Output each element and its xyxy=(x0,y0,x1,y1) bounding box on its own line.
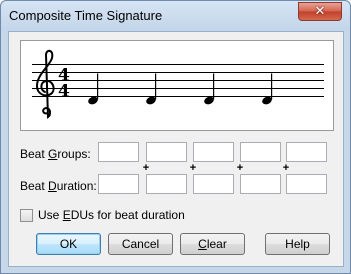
beat-duration-label: Beat Duration: xyxy=(20,179,97,193)
beat-groups-field-4[interactable] xyxy=(240,142,281,162)
beat-duration-field-5[interactable] xyxy=(286,174,327,194)
plus-sign-4: + xyxy=(282,162,290,174)
beat-groups-field-5[interactable] xyxy=(286,142,327,162)
quarter-note xyxy=(262,73,273,105)
notes-group xyxy=(88,73,273,105)
treble-clef-icon xyxy=(35,49,55,119)
time-sig-denominator: 4 xyxy=(58,82,70,102)
beat-duration-field-1[interactable] xyxy=(98,174,139,194)
staff-lines xyxy=(32,64,324,97)
plus-sign-1: + xyxy=(142,162,150,174)
beat-duration-field-4[interactable] xyxy=(240,174,281,194)
ok-button[interactable]: OK xyxy=(36,233,101,255)
staff-svg: 4 4 xyxy=(32,49,324,119)
close-icon: ✕ xyxy=(314,4,326,19)
use-edus-option[interactable]: Use EDUs for beat duration xyxy=(20,207,185,223)
dialog-title: Composite Time Signature xyxy=(9,8,163,23)
beat-groups-label: Beat Groups: xyxy=(20,147,91,161)
cancel-button[interactable]: Cancel xyxy=(108,233,173,255)
close-button[interactable]: ✕ xyxy=(298,2,342,21)
use-edus-label: Use EDUs for beat duration xyxy=(38,208,185,222)
quarter-note xyxy=(204,73,215,105)
quarter-note xyxy=(146,73,157,105)
beat-groups-field-1[interactable] xyxy=(98,142,139,162)
dialog-body: 4 4 Beat Groups: + + + + Beat Duration: … xyxy=(8,31,344,267)
use-edus-checkbox[interactable] xyxy=(20,208,33,222)
beat-duration-field-2[interactable] xyxy=(146,174,187,194)
beat-groups-field-2[interactable] xyxy=(146,142,187,162)
clear-button[interactable]: Clear xyxy=(180,233,245,255)
quarter-note xyxy=(88,73,99,105)
beat-duration-field-3[interactable] xyxy=(193,174,234,194)
dialog-window: Composite Time Signature ✕ 4 4 Beat Grou… xyxy=(0,0,351,274)
beat-groups-field-3[interactable] xyxy=(193,142,234,162)
plus-sign-3: + xyxy=(236,162,244,174)
plus-sign-2: + xyxy=(189,162,197,174)
help-button[interactable]: Help xyxy=(265,233,330,255)
staff-preview: 4 4 xyxy=(20,40,334,131)
title-bar[interactable]: Composite Time Signature ✕ xyxy=(1,1,350,31)
